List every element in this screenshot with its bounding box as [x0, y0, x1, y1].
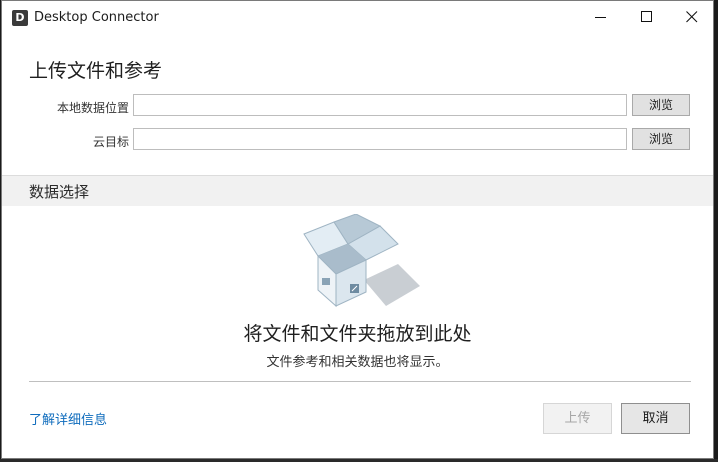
maximize-button[interactable]: [624, 1, 670, 33]
app-icon: D: [12, 10, 28, 26]
minimize-button[interactable]: [578, 1, 624, 33]
drop-zone-illustration: [298, 213, 422, 314]
browse-cloud-button[interactable]: 浏览: [632, 128, 690, 150]
close-icon: [686, 11, 698, 23]
cloud-target-label: 云目标: [92, 135, 129, 149]
page-title: 上传文件和参考: [29, 60, 163, 82]
footer-divider: [29, 381, 691, 382]
drop-zone-title: 将文件和文件夹拖放到此处: [243, 323, 472, 345]
drop-zone-subtitle: 文件参考和相关数据也将显示。: [266, 355, 449, 370]
section-title: 数据选择: [29, 183, 90, 201]
cloud-target-input[interactable]: [133, 128, 627, 150]
upload-button[interactable]: 上传: [543, 403, 612, 434]
close-button[interactable]: [669, 1, 713, 33]
data-selection-header: 数据选择: [2, 175, 713, 206]
local-location-label: 本地数据位置: [56, 101, 129, 115]
minimize-icon: [595, 17, 606, 18]
open-box-icon: [303, 213, 420, 308]
maximize-icon: [641, 11, 652, 22]
browse-local-button[interactable]: 浏览: [632, 94, 690, 116]
local-location-input[interactable]: [133, 94, 627, 116]
window-title: Desktop Connector: [34, 10, 159, 25]
cancel-button[interactable]: 取消: [621, 403, 690, 434]
desktop-connector-window: D Desktop Connector 上传文件和参考 本地数据位置 浏览 云目…: [1, 0, 714, 459]
title-bar[interactable]: D Desktop Connector: [2, 1, 713, 35]
learn-more-link[interactable]: 了解详细信息: [29, 409, 107, 428]
